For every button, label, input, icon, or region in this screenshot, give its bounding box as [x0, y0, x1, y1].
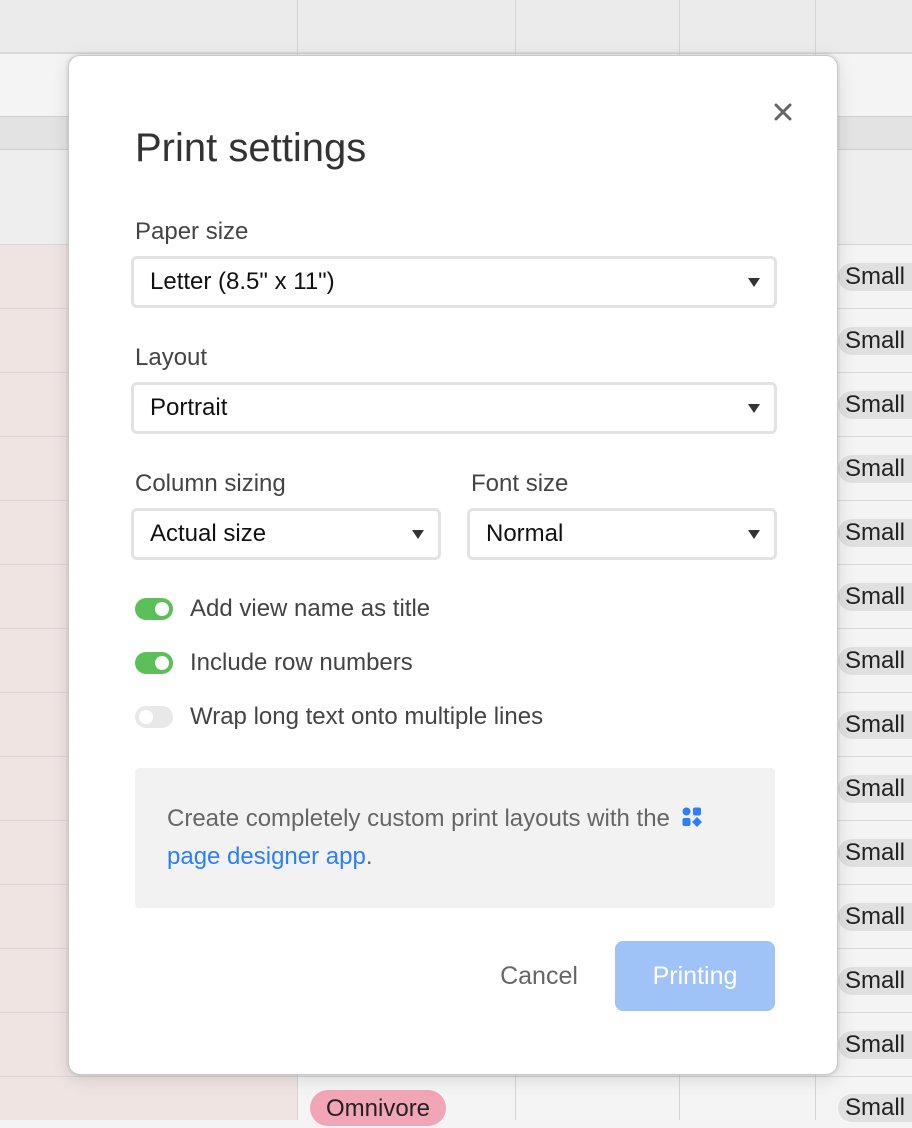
toggle-label: Add view name as title: [190, 595, 431, 622]
size-tag: Small: [838, 583, 912, 611]
page-designer-info: Create completely custom print layouts w…: [135, 768, 775, 908]
toggle-wrap-long-text[interactable]: Wrap long text onto multiple lines: [135, 703, 544, 730]
size-tag: Small: [838, 839, 912, 867]
layout-select[interactable]: Portrait: [131, 382, 777, 434]
paper-size-select[interactable]: Letter (8.5" x 11"): [131, 256, 777, 308]
toggle-label: Include row numbers: [190, 649, 413, 676]
size-tag: Small: [838, 775, 912, 803]
size-tag: Small: [838, 327, 912, 355]
size-tag: Small: [838, 1094, 912, 1122]
chevron-down-icon: [412, 530, 424, 539]
cancel-button[interactable]: Cancel: [479, 942, 599, 1010]
layout-value: Portrait: [150, 394, 228, 421]
column-sizing-label: Column sizing: [135, 470, 286, 497]
close-icon: [774, 103, 792, 121]
size-tag: Small: [838, 455, 912, 483]
dialog-title: Print settings: [135, 126, 367, 170]
chevron-down-icon: [748, 278, 760, 287]
size-tag: Small: [838, 263, 912, 291]
size-tag: Small: [838, 967, 912, 995]
toggle-include-row-numbers[interactable]: Include row numbers: [135, 649, 413, 676]
toggle-switch[interactable]: [135, 706, 173, 728]
size-tag: Small: [838, 1031, 912, 1059]
chevron-down-icon: [748, 530, 760, 539]
font-size-value: Normal: [486, 520, 564, 547]
diet-tag: Omnivore: [310, 1090, 447, 1126]
paper-size-label: Paper size: [135, 218, 249, 245]
layout-label: Layout: [135, 344, 208, 371]
grid-top-bar: [0, 0, 912, 54]
toggle-switch[interactable]: [135, 652, 173, 674]
size-tag: Small: [838, 519, 912, 547]
toggle-add-view-name[interactable]: Add view name as title: [135, 595, 431, 622]
print-button[interactable]: Printing: [615, 941, 775, 1011]
info-text-end: .: [365, 843, 373, 870]
column-sizing-value: Actual size: [150, 520, 267, 547]
font-size-label: Font size: [471, 470, 569, 497]
close-button[interactable]: [769, 98, 797, 126]
column-sizing-select[interactable]: Actual size: [131, 508, 441, 560]
size-tag: Small: [838, 391, 912, 419]
page-designer-app-link[interactable]: page designer app: [167, 843, 366, 870]
toggle-switch[interactable]: [135, 598, 173, 620]
info-text: Create completely custom print layouts w…: [167, 805, 670, 832]
page-designer-app-icon: [682, 807, 702, 827]
size-tag: Small: [838, 711, 912, 739]
size-tag: Small: [838, 903, 912, 931]
print-settings-dialog: Print settings Paper size Letter (8.5" x…: [68, 55, 838, 1075]
chevron-down-icon: [748, 404, 760, 413]
paper-size-value: Letter (8.5" x 11"): [150, 268, 335, 295]
font-size-select[interactable]: Normal: [467, 508, 777, 560]
size-tag: Small: [838, 647, 912, 675]
toggle-label: Wrap long text onto multiple lines: [190, 703, 544, 730]
